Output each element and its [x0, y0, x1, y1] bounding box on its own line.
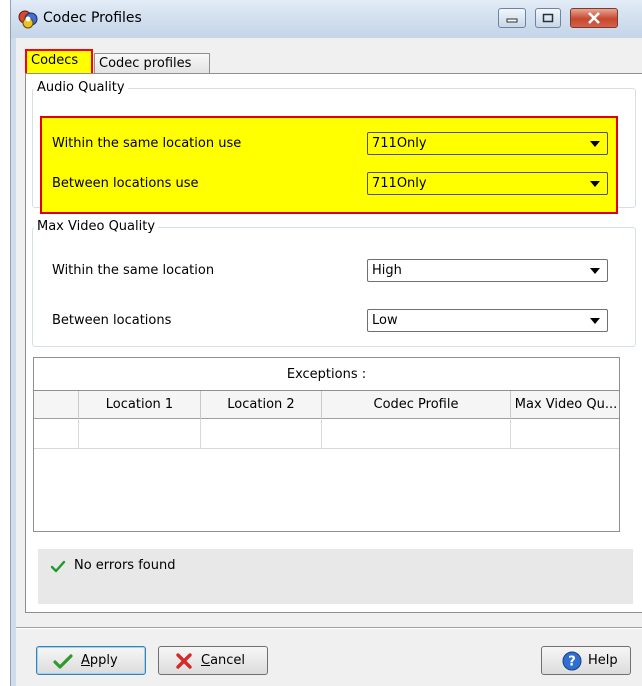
audio-same-location-value: 711Only [372, 136, 427, 151]
close-button[interactable] [570, 8, 618, 28]
cancel-button[interactable]: Cancel [158, 646, 268, 675]
max-video-quality-cell[interactable] [511, 419, 621, 449]
video-same-location-label: Within the same location [52, 263, 215, 278]
maximize-button[interactable] [535, 8, 561, 28]
exceptions-header-row: Location 1 Location 2 Codec Profile Max … [34, 391, 619, 419]
check-icon [53, 653, 73, 669]
help-icon: ? [562, 651, 582, 671]
video-same-location-value: High [372, 263, 402, 278]
row-selector-cell[interactable] [34, 419, 79, 449]
apply-button-label: Apply [81, 653, 118, 668]
tab-codecs[interactable]: Codecs [25, 49, 93, 73]
codec-profiles-window: Codec Profiles Codecs Codec profiles Aud… [10, 0, 642, 686]
chevron-down-icon [590, 268, 600, 274]
column-header-location-1[interactable]: Location 1 [79, 391, 201, 419]
status-panel: No errors found [38, 549, 633, 604]
audio-same-location-select[interactable]: 711Only [367, 132, 608, 155]
video-between-locations-value: Low [372, 313, 398, 328]
app-icon [18, 10, 38, 29]
help-button[interactable]: ? Help [541, 646, 631, 675]
audio-quality-highlight [40, 116, 618, 214]
column-header-max-video-quality[interactable]: Max Video Qu... [511, 391, 621, 419]
maximize-icon [536, 9, 560, 27]
tab-codecs-label: Codecs [31, 53, 79, 68]
cross-icon [175, 652, 193, 669]
video-quality-label: Max Video Quality [34, 219, 159, 234]
video-between-locations-select[interactable]: Low [367, 309, 608, 332]
help-button-label: Help [588, 653, 618, 668]
chevron-down-icon [590, 318, 600, 324]
audio-quality-label: Audio Quality [34, 80, 128, 95]
svg-text:?: ? [568, 654, 576, 669]
status-message: No errors found [74, 558, 176, 573]
title-bar[interactable]: Codec Profiles [11, 0, 642, 38]
apply-button[interactable]: Apply [36, 646, 146, 675]
chevron-down-icon [590, 181, 600, 187]
dialog-body: Codecs Codec profiles Audio Quality With… [16, 38, 642, 686]
table-row[interactable] [34, 419, 619, 449]
footer-divider [16, 627, 642, 629]
row-selector-header [34, 391, 79, 419]
cancel-button-label: Cancel [201, 653, 246, 668]
exceptions-table: Exceptions : Location 1 Location 2 Codec… [33, 357, 620, 532]
audio-between-locations-select[interactable]: 711Only [367, 172, 608, 195]
codecs-tab-panel: Audio Quality Within the same location u… [25, 73, 642, 613]
close-icon [571, 9, 617, 27]
window-title: Codec Profiles [43, 10, 142, 26]
minimize-icon [499, 9, 525, 27]
location-1-cell[interactable] [79, 419, 201, 449]
video-between-locations-label: Between locations [52, 313, 172, 328]
video-same-location-select[interactable]: High [367, 259, 608, 282]
checkmark-icon [50, 560, 66, 573]
chevron-down-icon [590, 141, 600, 147]
column-header-codec-profile[interactable]: Codec Profile [322, 391, 511, 419]
tab-codec-profiles-label: Codec profiles [99, 56, 192, 71]
audio-same-location-label: Within the same location use [52, 136, 242, 151]
audio-between-locations-label: Between locations use [52, 176, 199, 191]
codec-profile-cell[interactable] [322, 419, 511, 449]
minimize-button[interactable] [498, 8, 526, 28]
audio-between-locations-value: 711Only [372, 176, 427, 191]
exceptions-title: Exceptions : [34, 358, 619, 391]
column-header-location-2[interactable]: Location 2 [201, 391, 322, 419]
location-2-cell[interactable] [201, 419, 322, 449]
tab-codec-profiles[interactable]: Codec profiles [94, 53, 210, 74]
